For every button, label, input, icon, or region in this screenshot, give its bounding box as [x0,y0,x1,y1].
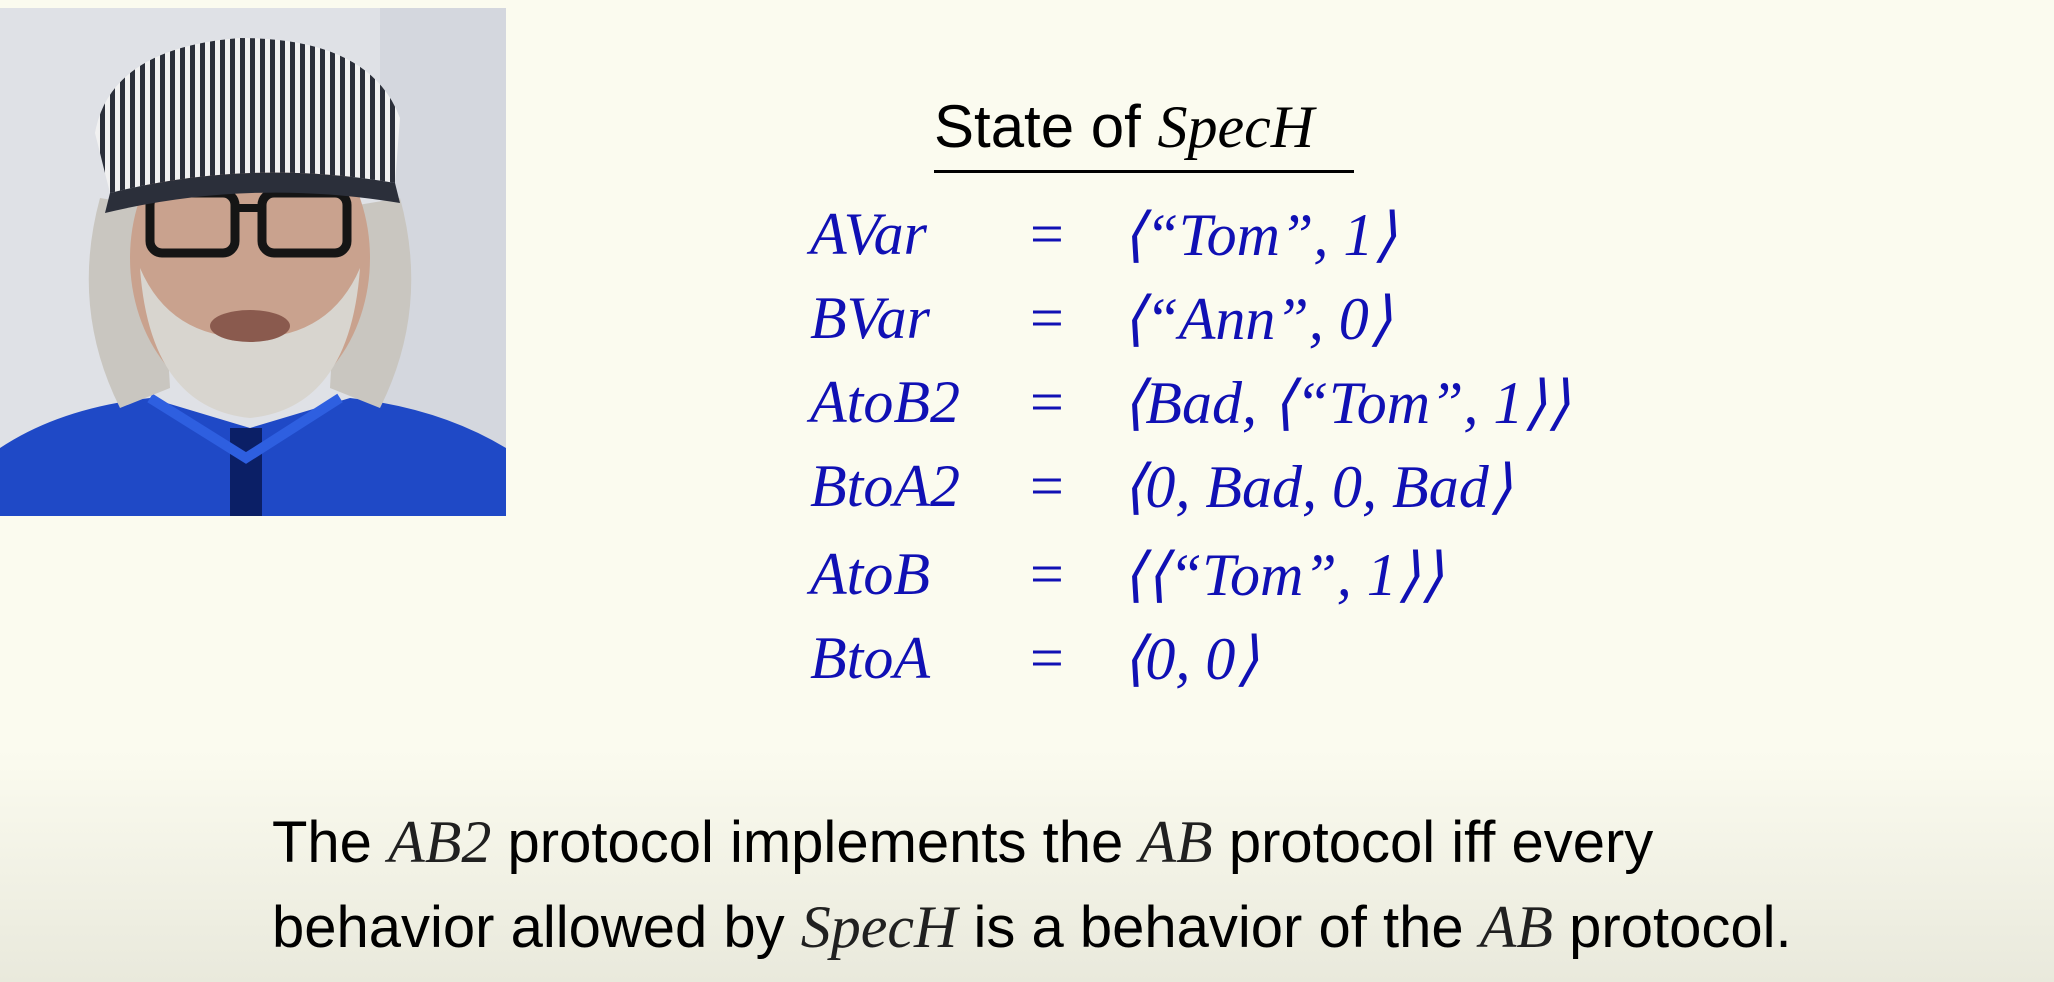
title-underline [934,170,1354,173]
equals-sign: = [1030,285,1064,351]
caption-text: protocol. [1569,895,1792,960]
caption-text: protocol iff every [1228,810,1654,875]
equation-lhs: BtoA2 [810,453,960,519]
title-prefix: State of [934,93,1141,160]
caption-text: The [272,810,372,875]
equals-sign: = [1030,625,1064,691]
equals-sign: = [1030,369,1064,435]
equals-sign: = [1030,453,1064,519]
caption-math: SpecH [800,894,958,960]
caption-math: AB [1139,809,1213,875]
slide-title: State of SpecH [934,92,1354,173]
slide-caption: The AB2 protocol implements the AB proto… [272,800,2032,970]
equation-lhs: AtoB [810,541,930,607]
speaker-video [0,8,506,516]
caption-line-1: The AB2 protocol implements the AB proto… [272,800,2032,885]
equation-lhs: AtoB2 [810,369,960,435]
equation-lhs: BVar [810,285,930,351]
caption-text: is a behavior of the [973,895,1464,960]
caption-text: behavior allowed by [272,895,785,960]
caption-math: AB2 [388,809,492,875]
equation-rhs: ⟨Bad, ⟨“Tom”, 1⟩⟩ [1122,370,1571,436]
title-math: SpecH [1157,94,1315,160]
caption-line-2: behavior allowed by SpecH is a behavior … [272,885,2032,970]
equals-sign: = [1030,201,1064,267]
caption-math: AB [1479,894,1554,960]
equation-lhs: BtoA [810,625,930,691]
equation-rhs: ⟨0, 0⟩ [1122,626,1259,692]
equation-rhs: ⟨“Tom”, 1⟩ [1122,202,1397,268]
caption-text: protocol implements the [507,810,1124,875]
equals-sign: = [1030,541,1064,607]
equation-rhs: ⟨⟨“Tom”, 1⟩⟩ [1122,542,1444,608]
equation-rhs: ⟨0, Bad, 0, Bad⟩ [1122,454,1513,520]
speaker-portrait [0,8,506,516]
equation-lhs: AVar [810,201,928,267]
equation-rhs: ⟨“Ann”, 0⟩ [1122,286,1393,352]
